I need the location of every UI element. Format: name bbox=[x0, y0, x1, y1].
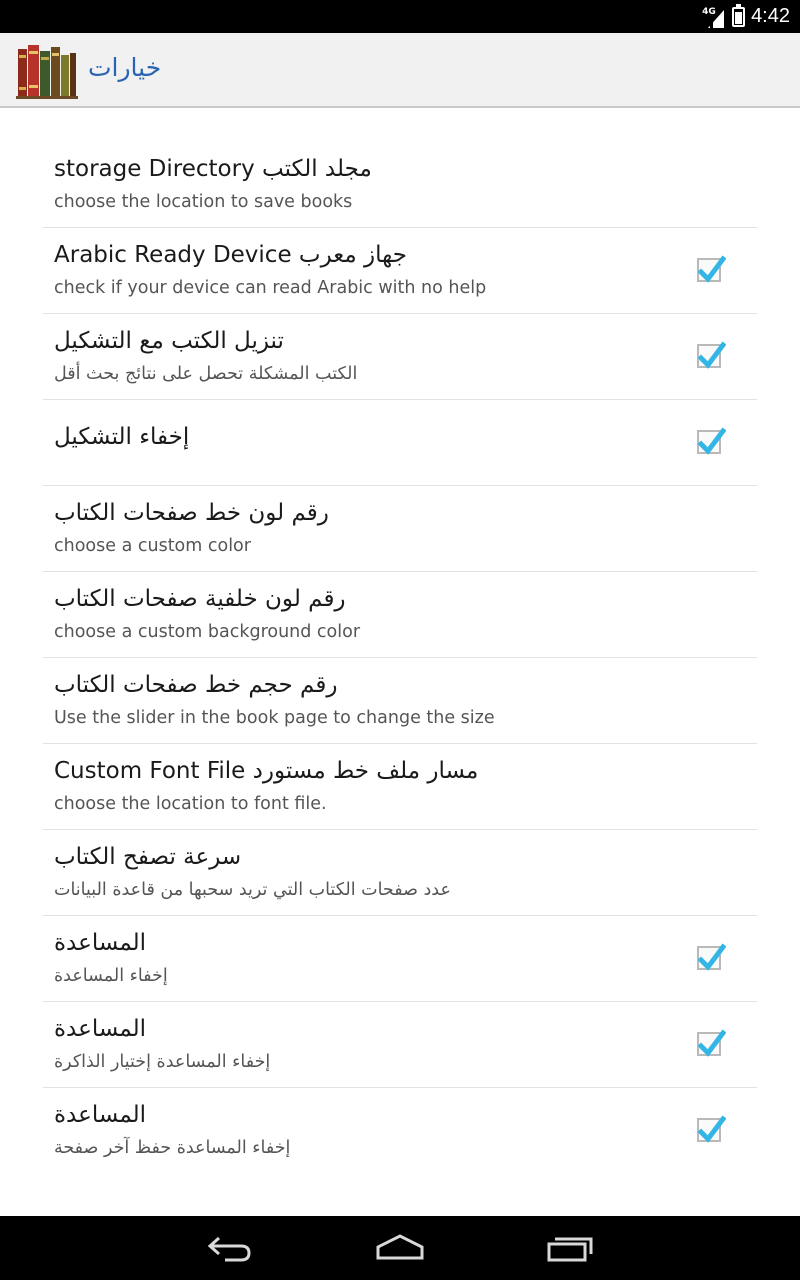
pref-browse-speed[interactable]: سرعة تصفح الكتاب عدد صفحات الكتاب التي ت… bbox=[43, 830, 757, 916]
pref-summary: إخفاء المساعدة bbox=[54, 966, 168, 986]
pref-title: رقم لون خط صفحات الكتاب bbox=[54, 500, 329, 526]
pref-summary: الكتب المشكلة تحصل على نتائج بحث أقل bbox=[54, 364, 358, 384]
pref-summary: choose the location to save books bbox=[54, 192, 353, 212]
checkbox-checked[interactable] bbox=[697, 943, 726, 971]
pref-title: Arabic Ready Device جهاز معرب bbox=[54, 242, 407, 268]
checkbox-checked[interactable] bbox=[697, 341, 726, 369]
pref-title: رقم حجم خط صفحات الكتاب bbox=[54, 672, 338, 698]
battery-icon bbox=[732, 3, 746, 27]
navigation-bar bbox=[0, 1216, 800, 1280]
pref-title: رقم لون خلفية صفحات الكتاب bbox=[54, 586, 346, 612]
recent-apps-icon[interactable] bbox=[545, 1230, 595, 1266]
pref-font-size[interactable]: رقم حجم خط صفحات الكتاب Use the slider i… bbox=[43, 658, 757, 744]
action-bar: خيارات bbox=[0, 33, 800, 108]
checkbox-checked[interactable] bbox=[697, 255, 726, 283]
pref-download-with-diacritics[interactable]: تنزيل الكتب مع التشكيل الكتب المشكلة تحص… bbox=[43, 314, 757, 400]
pref-title: تنزيل الكتب مع التشكيل bbox=[54, 328, 284, 354]
pref-summary: إخفاء المساعدة إختيار الذاكرة bbox=[54, 1052, 271, 1072]
pref-title: Custom Font File مسار ملف خط مستورد bbox=[54, 758, 479, 784]
checkbox-checked[interactable] bbox=[697, 427, 726, 455]
status-time: 4:42 bbox=[751, 5, 790, 27]
pref-summary: choose the location to font file. bbox=[54, 794, 327, 814]
back-icon[interactable] bbox=[205, 1230, 255, 1266]
pref-title: المساعدة bbox=[54, 930, 147, 956]
network-type-label: 4G bbox=[702, 6, 716, 17]
preferences-list: storage Directory مجلد الكتب choose the … bbox=[43, 142, 757, 1174]
pref-title: سرعة تصفح الكتاب bbox=[54, 844, 242, 870]
pref-font-color[interactable]: رقم لون خط صفحات الكتاب choose a custom … bbox=[43, 486, 757, 572]
home-icon[interactable] bbox=[375, 1230, 425, 1266]
checkbox-checked[interactable] bbox=[697, 1115, 726, 1143]
status-bar: 4G 4:42 bbox=[0, 0, 800, 33]
pref-summary: عدد صفحات الكتاب التي تريد سحبها من قاعد… bbox=[54, 880, 451, 900]
pref-title: المساعدة bbox=[54, 1016, 147, 1042]
pref-custom-font-file[interactable]: Custom Font File مسار ملف خط مستورد choo… bbox=[43, 744, 757, 830]
pref-help-3[interactable]: المساعدة إخفاء المساعدة حفظ آخر صفحة bbox=[43, 1088, 757, 1174]
checkbox-checked[interactable] bbox=[697, 1029, 726, 1057]
page-title: خيارات bbox=[88, 53, 162, 82]
pref-help-2[interactable]: المساعدة إخفاء المساعدة إختيار الذاكرة bbox=[43, 1002, 757, 1088]
pref-summary: Use the slider in the book page to chang… bbox=[54, 708, 495, 728]
pref-summary: إخفاء المساعدة حفظ آخر صفحة bbox=[54, 1138, 291, 1158]
pref-summary: choose a custom background color bbox=[54, 622, 361, 642]
signal-icon: 4G bbox=[702, 6, 726, 28]
pref-title: إخفاء التشكيل bbox=[54, 424, 190, 450]
pref-summary: choose a custom color bbox=[54, 536, 251, 556]
pref-storage-directory[interactable]: storage Directory مجلد الكتب choose the … bbox=[43, 142, 757, 228]
pref-help-1[interactable]: المساعدة إخفاء المساعدة bbox=[43, 916, 757, 1002]
pref-arabic-ready-device[interactable]: Arabic Ready Device جهاز معرب check if y… bbox=[43, 228, 757, 314]
pref-title: المساعدة bbox=[54, 1102, 147, 1128]
bookshelf-icon[interactable] bbox=[16, 43, 78, 99]
pref-background-color[interactable]: رقم لون خلفية صفحات الكتاب choose a cust… bbox=[43, 572, 757, 658]
pref-title: storage Directory مجلد الكتب bbox=[54, 156, 372, 182]
pref-hide-diacritics[interactable]: إخفاء التشكيل bbox=[43, 400, 757, 486]
pref-summary: check if your device can read Arabic wit… bbox=[54, 278, 487, 298]
